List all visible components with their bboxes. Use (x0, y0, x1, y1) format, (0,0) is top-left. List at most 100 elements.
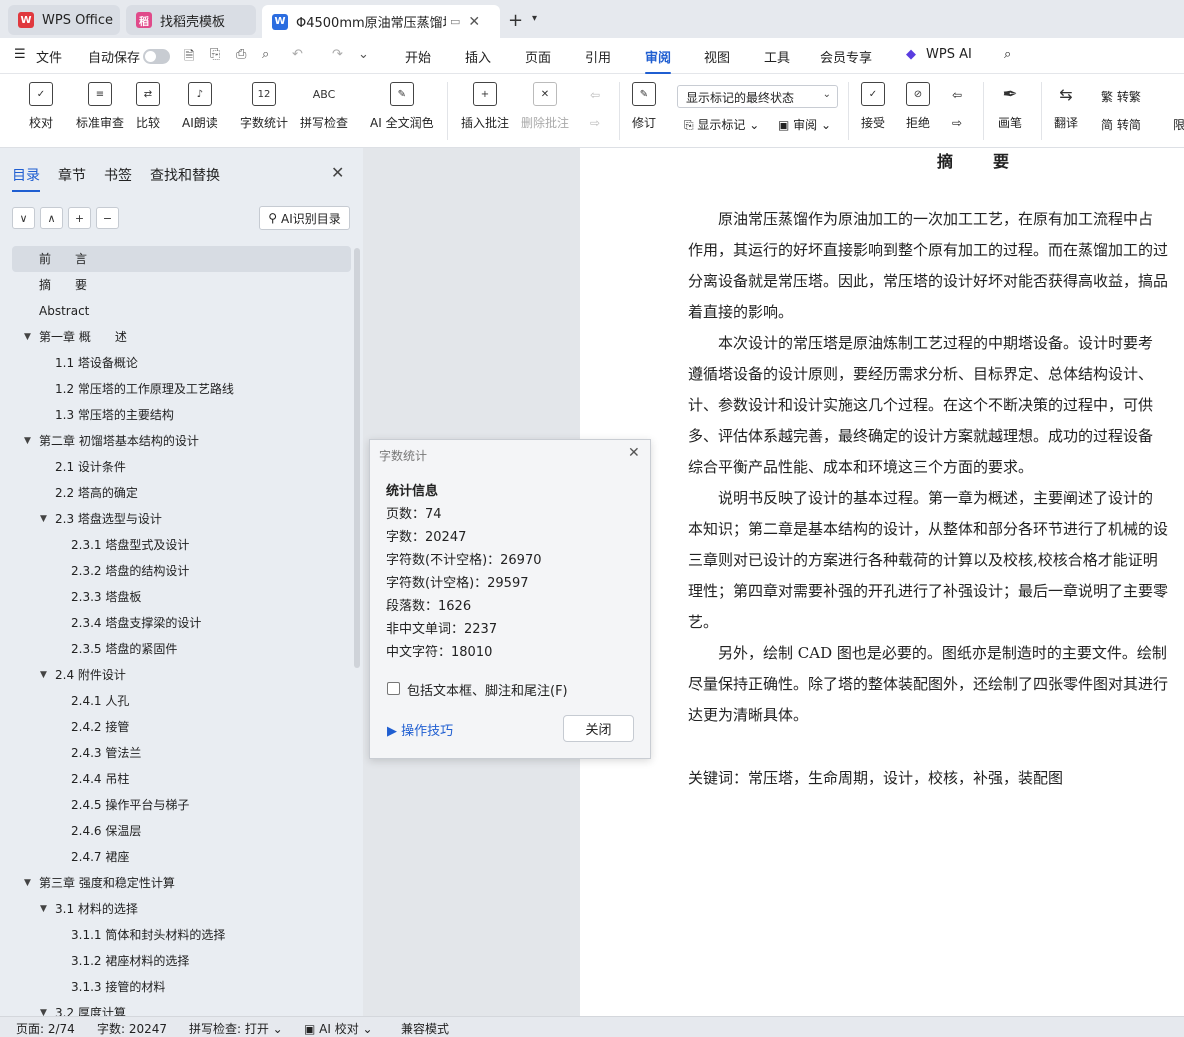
toc-item[interactable]: 1.2 常压塔的工作原理及工艺路线 (12, 376, 351, 402)
autosave-toggle[interactable] (143, 49, 170, 64)
share-icon[interactable]: ⎘ (210, 47, 220, 62)
toc-item[interactable]: ▼ 2.3 塔盘选型与设计 (12, 506, 351, 532)
limit-button[interactable]: 限 (1173, 116, 1184, 133)
toc-item[interactable]: 2.3.3 塔盘板 (12, 584, 351, 610)
menu-tools[interactable]: 工具 (764, 47, 790, 66)
tips-link[interactable]: ▶ 操作技巧 (387, 720, 453, 739)
to-simplified-button[interactable]: 简 转简 (1101, 116, 1141, 133)
toc-item[interactable]: 2.4.6 保温层 (12, 818, 351, 844)
close-icon[interactable]: ✕ (331, 163, 344, 182)
show-markup-button[interactable]: ⎘ 显示标记 ⌄ (684, 116, 759, 133)
toc-item[interactable]: ▼ 3.1 材料的选择 (12, 896, 351, 922)
toc-item[interactable]: 1.1 塔设备概论 (12, 350, 351, 376)
next-change-icon[interactable]: ⇨ (952, 116, 962, 130)
expand-down-button[interactable]: ∨ (12, 207, 35, 229)
ai-toc-button[interactable]: ⚲ AI识别目录 (259, 206, 350, 230)
menu-insert[interactable]: 插入 (465, 47, 491, 66)
toc-item[interactable]: 2.3.5 塔盘的紧固件 (12, 636, 351, 662)
tab-sections[interactable]: 章节 (58, 165, 86, 185)
caret-down-icon[interactable]: ▼ (40, 896, 47, 922)
toc-item[interactable]: 2.3.4 塔盘支撑梁的设计 (12, 610, 351, 636)
proofread-button[interactable]: ✓ 校对 (29, 82, 53, 131)
toc-item[interactable]: 1.3 常压塔的主要结构 (12, 402, 351, 428)
include-footnotes-checkbox[interactable] (387, 682, 400, 695)
redo-icon[interactable]: ↷ (332, 47, 343, 62)
menu-references[interactable]: 引用 (585, 47, 611, 66)
menu-view[interactable]: 视图 (704, 47, 730, 66)
tab-toc[interactable]: 目录 (12, 165, 40, 192)
ai-check-indicator[interactable]: ▣ AI 校对 ⌄ (304, 1020, 373, 1037)
quick-access-chevron-icon[interactable]: ⌄ (358, 47, 369, 62)
delete-comment-button[interactable]: ✕ 删除批注 (521, 82, 569, 131)
toc-item[interactable]: 前 言 (12, 246, 351, 272)
toc-item[interactable]: 2.4.3 管法兰 (12, 740, 351, 766)
previous-comment-icon[interactable]: ⇦ (590, 88, 600, 102)
toc-item[interactable]: 2.4.5 操作平台与梯子 (12, 792, 351, 818)
save-icon[interactable]: 🗎 (184, 47, 194, 69)
tab-find-replace[interactable]: 查找和替换 (150, 165, 220, 185)
caret-down-icon[interactable]: ▼ (24, 324, 31, 350)
toc-item[interactable]: 2.4.2 接管 (12, 714, 351, 740)
spell-check-button[interactable]: ABC 拼写检查 (300, 82, 348, 131)
reject-button[interactable]: ⊘ 拒绝 (906, 82, 930, 131)
toc-item[interactable]: ▼ 第一章 概 述 (12, 324, 351, 350)
document-page[interactable]: 摘要 原油常压蒸馏作为原油加工的一次加工工艺，在原有加工流程中占 作用，其运行的好… (580, 148, 1184, 1016)
toc-item[interactable]: 2.4.4 吊柱 (12, 766, 351, 792)
spell-check-indicator[interactable]: 拼写检查: 打开 ⌄ (189, 1020, 283, 1037)
standard-review-button[interactable]: ≡ 标准审查 (76, 82, 124, 131)
ai-read-button[interactable]: ♪ AI朗读 (182, 82, 218, 131)
menu-home[interactable]: 开始 (405, 47, 431, 66)
accept-button[interactable]: ✓ 接受 (861, 82, 885, 131)
toc-item[interactable]: 3.1.2 裙座材料的选择 (12, 948, 351, 974)
to-traditional-button[interactable]: 繁 转繁 (1101, 88, 1141, 105)
page-indicator[interactable]: 页面: 2/74 (16, 1020, 75, 1037)
menu-file[interactable]: 文件 (36, 47, 62, 66)
print-icon[interactable]: ⎙ (236, 47, 246, 62)
tab-template[interactable]: 稻 找稻壳模板 (126, 5, 256, 35)
tab-wps-office[interactable]: W WPS Office (8, 5, 120, 35)
pen-button[interactable]: ✒ 画笔 (998, 82, 1022, 131)
toc-item[interactable]: ▼ 2.4 附件设计 (12, 662, 351, 688)
compare-button[interactable]: ⇄ 比较 (136, 82, 160, 131)
add-heading-button[interactable]: + (68, 207, 91, 229)
menu-member[interactable]: 会员专享 (820, 47, 872, 66)
insert-comment-button[interactable]: + 插入批注 (461, 82, 509, 131)
toc-item[interactable]: 2.4.1 人孔 (12, 688, 351, 714)
toc-scrollbar[interactable] (354, 248, 360, 668)
close-tab-icon[interactable]: ✕ (468, 14, 480, 30)
caret-down-icon[interactable]: ▼ (40, 662, 47, 688)
toc-item[interactable]: 2.3.1 塔盘型式及设计 (12, 532, 351, 558)
caret-down-icon[interactable]: ▼ (24, 870, 31, 896)
ai-polish-button[interactable]: ✎ AI 全文润色 (370, 82, 434, 131)
toc-item[interactable]: 3.1.1 筒体和封头材料的选择 (12, 922, 351, 948)
collapse-up-button[interactable]: ∧ (40, 207, 63, 229)
toc-item[interactable]: ▼ 第三章 强度和稳定性计算 (12, 870, 351, 896)
menu-wps-ai[interactable]: WPS AI (926, 47, 972, 62)
dialog-close-button[interactable]: 关闭 (563, 715, 634, 742)
caret-down-icon[interactable]: ▼ (24, 428, 31, 454)
toc-item[interactable]: ▼ 第二章 初馏塔基本结构的设计 (12, 428, 351, 454)
undo-icon[interactable]: ↶ (292, 47, 303, 62)
menu-page[interactable]: 页面 (525, 47, 551, 66)
close-icon[interactable]: ✕ (628, 445, 640, 461)
word-count-button[interactable]: 12 字数统计 (240, 82, 288, 131)
toc-item[interactable]: 2.4.7 裙座 (12, 844, 351, 870)
monitor-icon[interactable]: ▭ (450, 15, 460, 28)
review-pane-button[interactable]: ▣ 审阅 ⌄ (778, 116, 831, 133)
print-preview-icon[interactable]: ⌕ (262, 47, 269, 62)
remove-heading-button[interactable]: − (96, 207, 119, 229)
caret-down-icon[interactable]: ▼ (40, 506, 47, 532)
search-icon[interactable]: ⌕ (1004, 47, 1011, 62)
menu-review[interactable]: 审阅 (645, 47, 672, 74)
toc-item[interactable]: 摘 要 (12, 272, 351, 298)
toc-item[interactable]: 2.2 塔高的确定 (12, 480, 351, 506)
tab-document[interactable]: W Φ4500mm原油常压蒸馏塔机 ▭ ✕ (262, 5, 500, 38)
toc-item[interactable]: 3.1.3 接管的材料 (12, 974, 351, 1000)
hamburger-icon[interactable]: ☰ (14, 47, 26, 62)
tab-bookmarks[interactable]: 书签 (104, 165, 132, 185)
word-count-indicator[interactable]: 字数: 20247 (97, 1020, 167, 1037)
toc-item[interactable]: Abstract (12, 298, 351, 324)
revise-button[interactable]: ✎ 修订 (632, 82, 656, 131)
markup-state-select[interactable]: 显示标记的最终状态 ⌄ (677, 85, 838, 108)
toc-item[interactable]: 2.1 设计条件 (12, 454, 351, 480)
